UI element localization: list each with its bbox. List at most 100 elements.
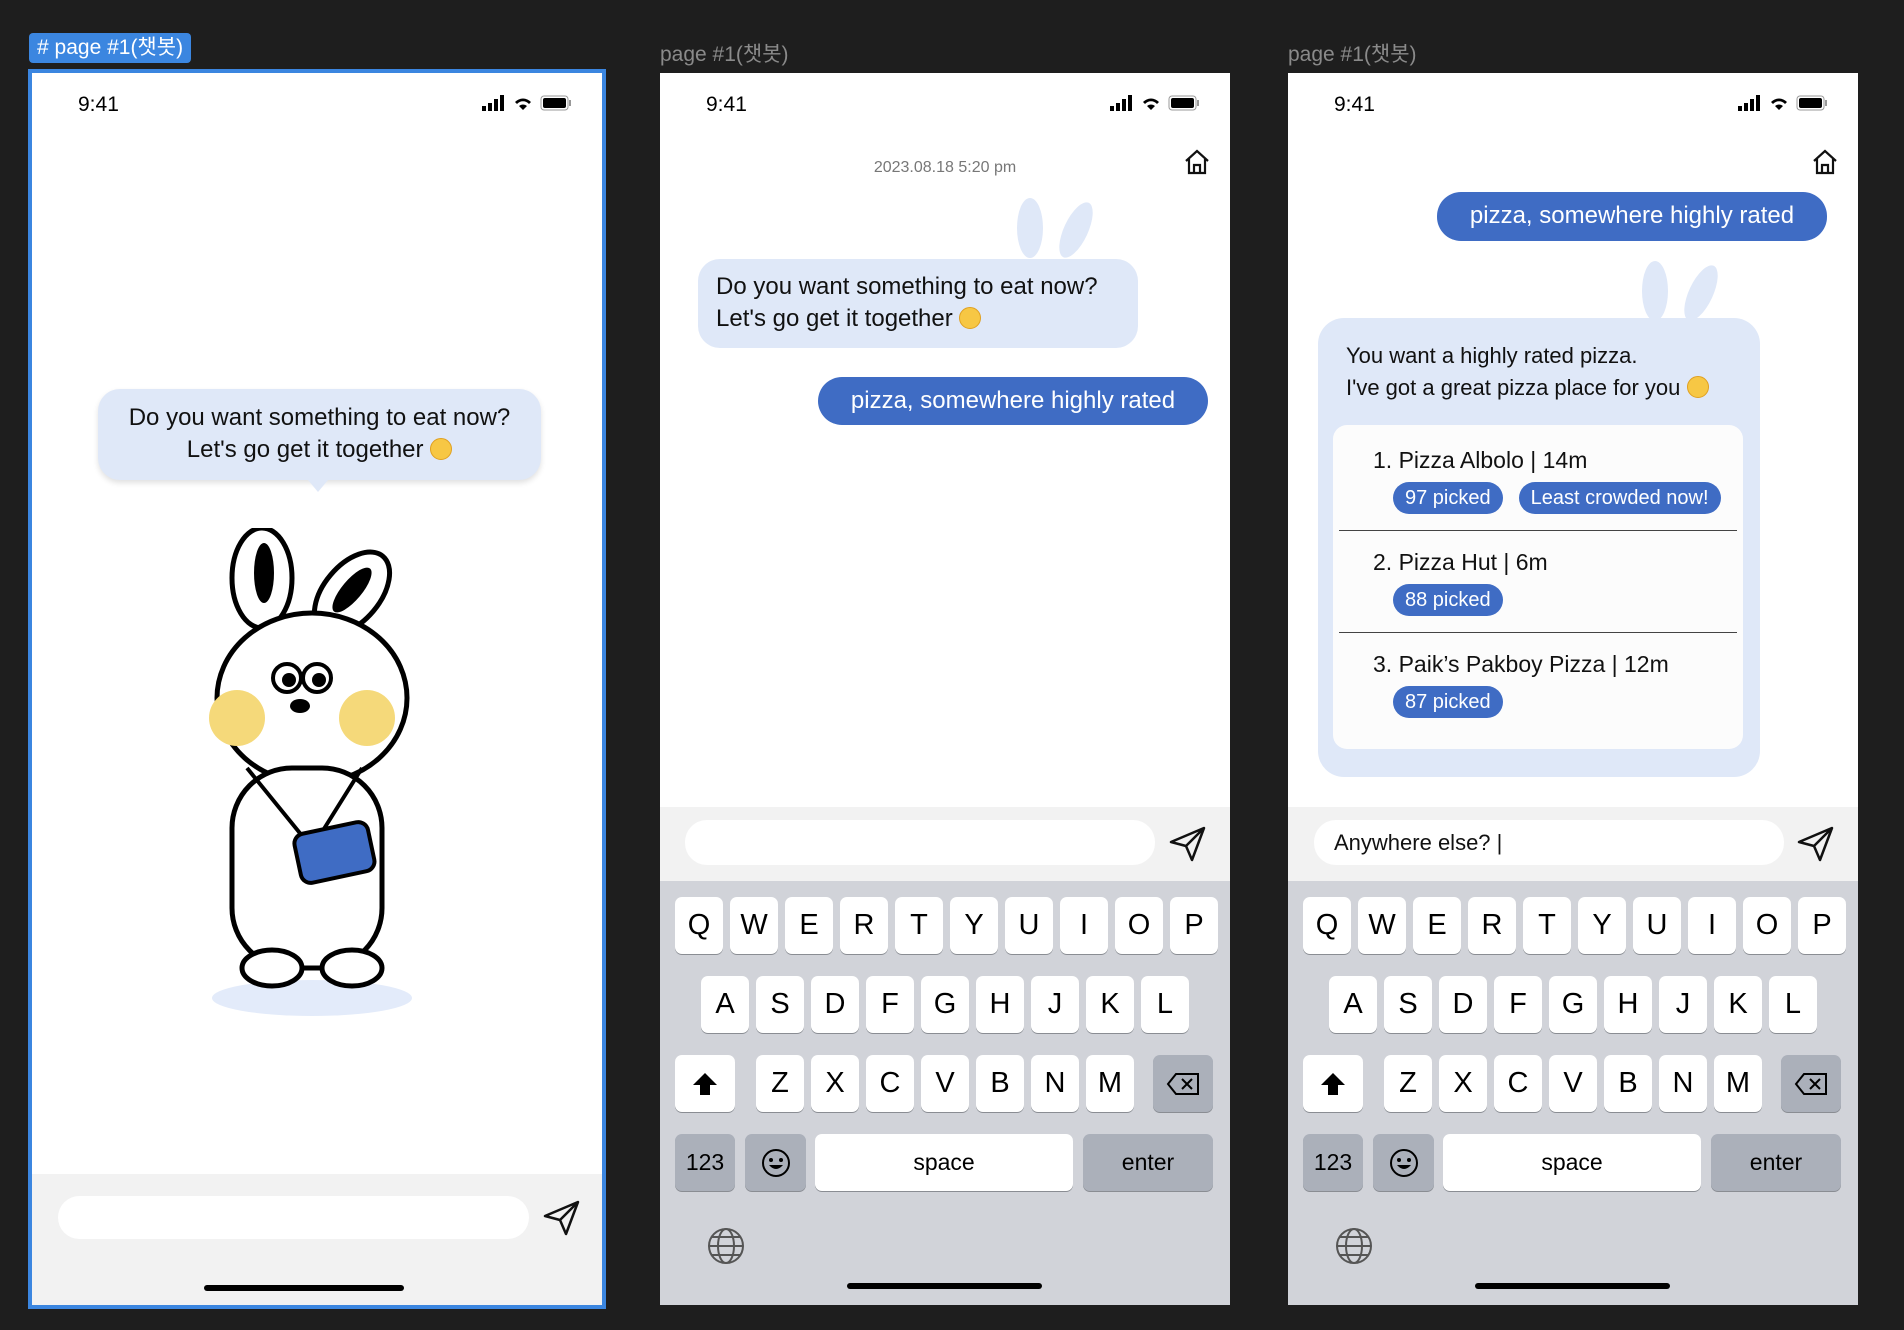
frame-label-1[interactable]: # page #1(챗봇): [29, 33, 192, 63]
key-s[interactable]: S: [1384, 976, 1432, 1033]
space-key[interactable]: space: [1443, 1134, 1701, 1191]
key-n[interactable]: N: [1031, 1055, 1079, 1112]
key-r[interactable]: R: [840, 897, 888, 954]
backspace-icon: [1794, 1072, 1827, 1095]
key-m[interactable]: M: [1714, 1055, 1762, 1112]
key-q[interactable]: Q: [1303, 897, 1351, 954]
key-r[interactable]: R: [1468, 897, 1516, 954]
keyboard: Q W E R T Y U I O P A S D F G H J K L Z X C V B N M 123 space enter: [1288, 881, 1858, 1305]
picked-count-badge: 87 picked: [1393, 686, 1503, 718]
key-x[interactable]: X: [811, 1055, 859, 1112]
shift-key[interactable]: [675, 1055, 735, 1112]
key-u[interactable]: U: [1005, 897, 1053, 954]
home-indicator: [1475, 1283, 1670, 1289]
backspace-key[interactable]: [1153, 1055, 1213, 1112]
key-d[interactable]: D: [1439, 976, 1487, 1033]
key-p[interactable]: P: [1798, 897, 1846, 954]
key-o[interactable]: O: [1743, 897, 1791, 954]
key-m[interactable]: M: [1086, 1055, 1134, 1112]
key-x[interactable]: X: [1439, 1055, 1487, 1112]
home-icon[interactable]: [1182, 147, 1212, 177]
key-t[interactable]: T: [1523, 897, 1571, 954]
globe-icon[interactable]: [706, 1226, 746, 1266]
signal-icon: [1110, 95, 1132, 111]
numbers-key[interactable]: 123: [675, 1134, 735, 1191]
battery-icon: [540, 95, 571, 111]
battery-icon: [1168, 95, 1199, 111]
restaurant-item[interactable]: 3. Paik’s Pakboy Pizza | 12m 87 picked: [1339, 633, 1737, 734]
key-l[interactable]: L: [1769, 976, 1817, 1033]
backspace-key[interactable]: [1781, 1055, 1841, 1112]
emoji-key[interactable]: [1373, 1134, 1434, 1191]
key-y[interactable]: Y: [950, 897, 998, 954]
key-h[interactable]: H: [1604, 976, 1652, 1033]
message-input[interactable]: Anywhere else? |: [1314, 820, 1784, 865]
key-b[interactable]: B: [976, 1055, 1024, 1112]
send-icon[interactable]: [1168, 824, 1208, 864]
key-i[interactable]: I: [1688, 897, 1736, 954]
globe-icon[interactable]: [1334, 1226, 1374, 1266]
key-w[interactable]: W: [1358, 897, 1406, 954]
key-e[interactable]: E: [785, 897, 833, 954]
yum-emoji-icon: [959, 307, 982, 329]
key-v[interactable]: V: [1549, 1055, 1597, 1112]
key-z[interactable]: Z: [756, 1055, 804, 1112]
picked-count-badge: 97 picked: [1393, 482, 1503, 514]
frame-label-2[interactable]: page #1(챗봇): [660, 40, 789, 70]
key-d[interactable]: D: [811, 976, 859, 1033]
key-g[interactable]: G: [1549, 976, 1597, 1033]
key-f[interactable]: F: [866, 976, 914, 1033]
emoji-key[interactable]: [745, 1134, 806, 1191]
key-q[interactable]: Q: [675, 897, 723, 954]
key-h[interactable]: H: [976, 976, 1024, 1033]
shift-icon: [1321, 1072, 1345, 1095]
key-k[interactable]: K: [1714, 976, 1762, 1033]
numbers-key[interactable]: 123: [1303, 1134, 1363, 1191]
home-icon[interactable]: [1810, 147, 1840, 177]
status-time: 9:41: [78, 93, 119, 116]
key-a[interactable]: A: [701, 976, 749, 1033]
key-t[interactable]: T: [895, 897, 943, 954]
key-l[interactable]: L: [1141, 976, 1189, 1033]
key-p[interactable]: P: [1170, 897, 1218, 954]
send-icon[interactable]: [1796, 824, 1836, 864]
key-o[interactable]: O: [1115, 897, 1163, 954]
key-i[interactable]: I: [1060, 897, 1108, 954]
user-message-bubble: pizza, somewhere highly rated: [1437, 192, 1827, 241]
message-input[interactable]: [685, 820, 1155, 865]
key-k[interactable]: K: [1086, 976, 1134, 1033]
restaurant-item[interactable]: 2. Pizza Hut | 6m 88 picked: [1339, 531, 1737, 633]
key-w[interactable]: W: [730, 897, 778, 954]
key-e[interactable]: E: [1413, 897, 1461, 954]
phone-frame-3: 9:41 pizza, somewhere highly rated You w…: [1288, 73, 1858, 1305]
bunny-mascot-illustration: [209, 528, 412, 1016]
home-indicator: [847, 1283, 1042, 1289]
key-a[interactable]: A: [1329, 976, 1377, 1033]
frame-label-3[interactable]: page #1(챗봇): [1288, 40, 1417, 70]
key-g[interactable]: G: [921, 976, 969, 1033]
key-f[interactable]: F: [1494, 976, 1542, 1033]
bunny-ears-decoration: [1642, 261, 1718, 321]
user-message-bubble: pizza, somewhere highly rated: [818, 377, 1208, 425]
key-n[interactable]: N: [1659, 1055, 1707, 1112]
enter-key[interactable]: enter: [1711, 1134, 1841, 1191]
key-s[interactable]: S: [756, 976, 804, 1033]
send-icon[interactable]: [542, 1198, 582, 1238]
restaurant-item[interactable]: 1. Pizza Albolo | 14m 97 picked Least cro…: [1339, 429, 1737, 531]
message-input[interactable]: [58, 1196, 529, 1239]
key-c[interactable]: C: [1494, 1055, 1542, 1112]
key-c[interactable]: C: [866, 1055, 914, 1112]
emoji-icon: [1389, 1148, 1418, 1177]
key-u[interactable]: U: [1633, 897, 1681, 954]
key-v[interactable]: V: [921, 1055, 969, 1112]
enter-key[interactable]: enter: [1083, 1134, 1213, 1191]
key-y[interactable]: Y: [1578, 897, 1626, 954]
key-z[interactable]: Z: [1384, 1055, 1432, 1112]
key-j[interactable]: J: [1031, 976, 1079, 1033]
shift-key[interactable]: [1303, 1055, 1363, 1112]
key-j[interactable]: J: [1659, 976, 1707, 1033]
status-time: 9:41: [706, 93, 747, 116]
battery-icon: [1796, 95, 1827, 111]
key-b[interactable]: B: [1604, 1055, 1652, 1112]
space-key[interactable]: space: [815, 1134, 1073, 1191]
